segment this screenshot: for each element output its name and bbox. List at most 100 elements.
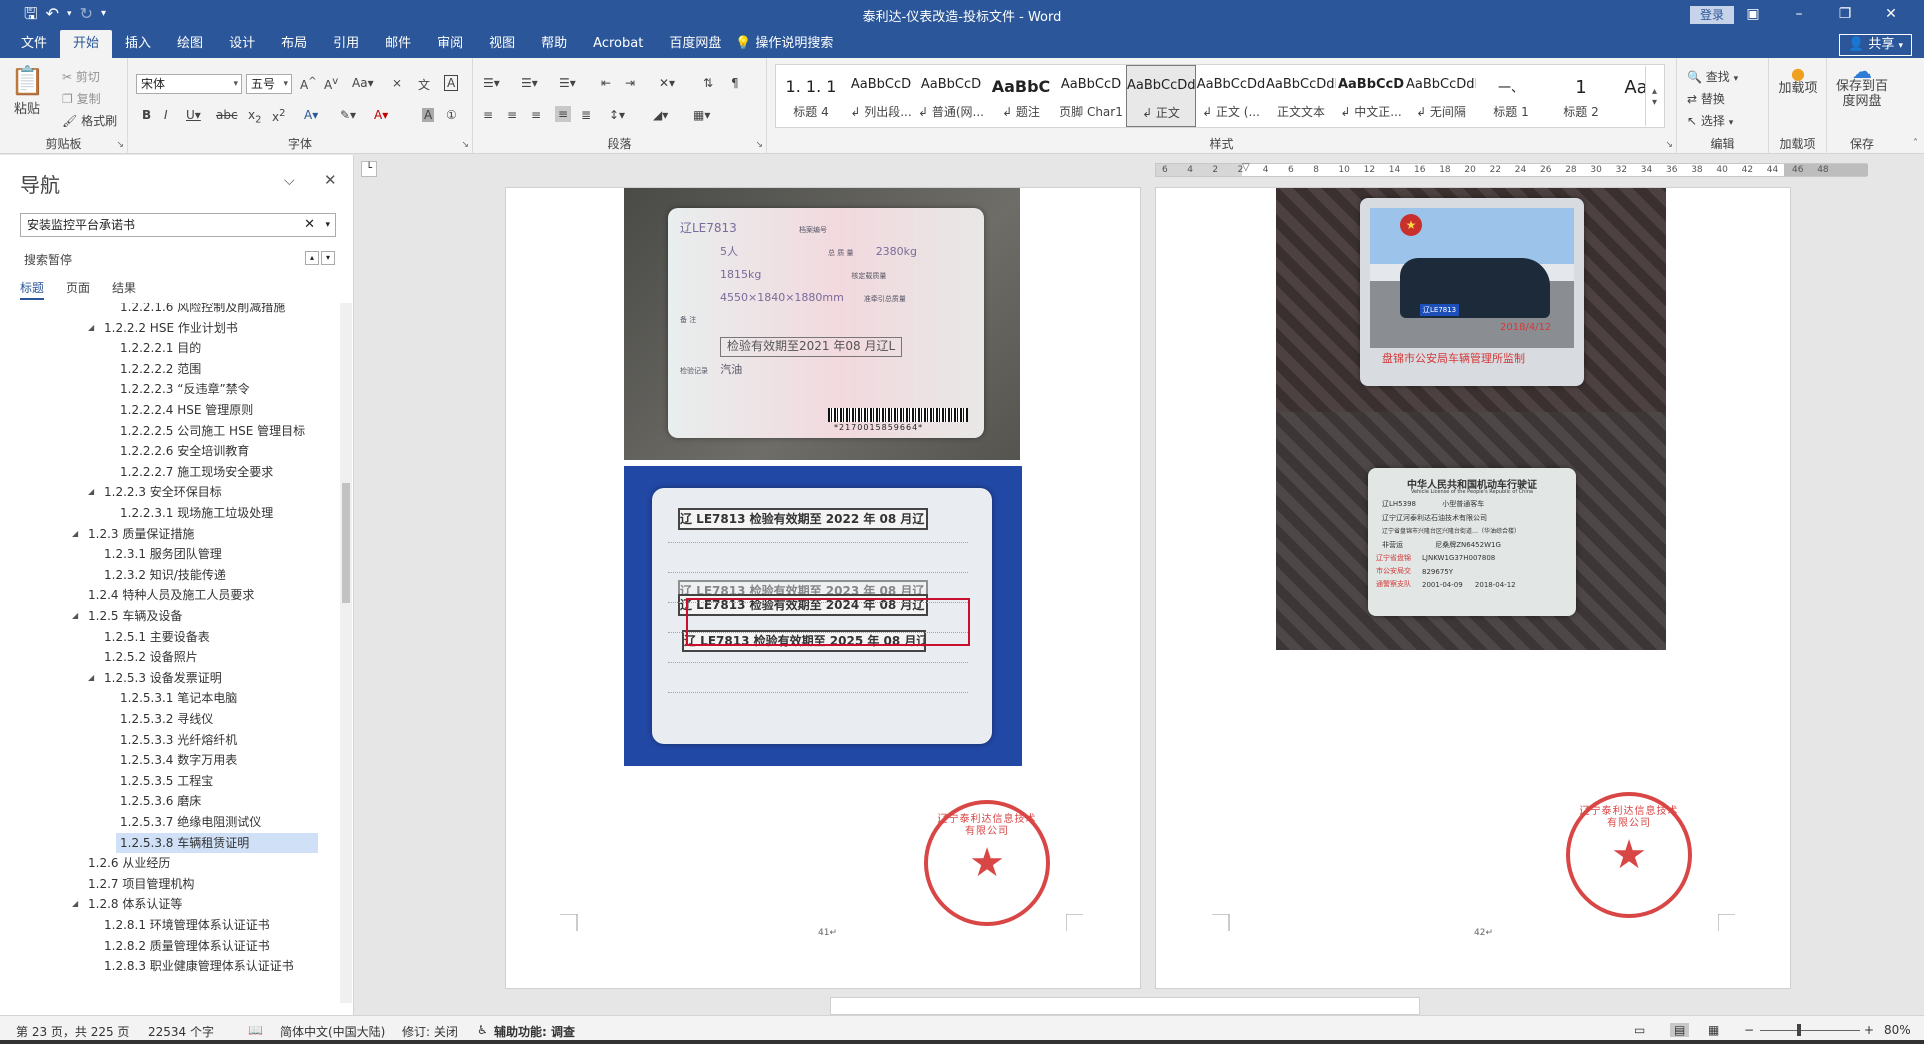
tab-9[interactable]: 视图 (476, 30, 528, 58)
nav-tab-1[interactable]: 页面 (66, 279, 90, 300)
nav-tab-0[interactable]: 标题 (20, 279, 45, 300)
ribbon-display-icon[interactable]: ▣ (1730, 3, 1776, 25)
collapse-triangle-icon[interactable]: ◢ (72, 524, 78, 544)
replace-button[interactable]: ⇄ 替换 (1687, 90, 1725, 107)
word-count[interactable]: 22534 个字 (148, 1023, 214, 1040)
text-effects-button[interactable]: A▾ (304, 108, 318, 122)
tab-12[interactable]: 百度网盘 (656, 30, 734, 58)
bullets-button[interactable]: ☰▾ (483, 76, 500, 90)
nav-search-input[interactable]: 安装监控平台承诺书 ✕ ▾ (20, 213, 336, 237)
align-right-button[interactable]: ≡ (531, 108, 541, 122)
shrink-font-button[interactable]: Av (324, 76, 338, 92)
style-item-0[interactable]: 1. 1. 1 标题 4 (776, 65, 846, 127)
dialog-launcher-icon[interactable]: ↘ (1665, 140, 1673, 150)
search-dropdown-icon[interactable]: ▾ (325, 214, 330, 236)
restore-icon[interactable]: ❐ (1822, 3, 1868, 25)
distributed-button[interactable]: ≣ (581, 108, 591, 122)
change-case-button[interactable]: Aa▾ (352, 76, 374, 90)
chinese-layout-button[interactable]: ✕▾ (659, 76, 675, 90)
zoom-level[interactable]: 80% (1884, 1023, 1911, 1037)
track-changes-status[interactable]: 修订: 关闭 (402, 1023, 458, 1040)
bold-button[interactable]: B (142, 108, 151, 122)
copy-button[interactable]: ❐ 复制 (62, 90, 101, 107)
zoom-out-icon[interactable]: − (1744, 1023, 1754, 1037)
tab-8[interactable]: 审阅 (424, 30, 476, 58)
show-marks-button[interactable]: ¶ (731, 76, 739, 90)
style-item-10[interactable]: 一、 标题 1 (1476, 65, 1546, 127)
style-item-9[interactable]: AaBbCcDdI ↲ 无间隔 (1406, 65, 1476, 127)
minimize-icon[interactable]: – (1776, 3, 1822, 25)
font-color-button[interactable]: A▾ (374, 108, 388, 122)
shading-button[interactable]: ◢▾ (653, 108, 668, 122)
language-status[interactable]: 简体中文(中国大陆) (280, 1023, 385, 1040)
collapse-triangle-icon[interactable]: ◢ (88, 318, 94, 338)
char-border-icon[interactable]: A (444, 75, 459, 91)
close-icon[interactable]: ✕ (1868, 3, 1914, 25)
enclose-char-icon[interactable]: ① (446, 108, 457, 122)
select-button[interactable]: ↖ 选择 ▾ (1687, 112, 1733, 129)
char-shading-icon[interactable]: A (422, 108, 435, 122)
tab-11[interactable]: Acrobat (580, 30, 656, 58)
style-item-11[interactable]: 1 标题 2 (1546, 65, 1616, 127)
tab-5[interactable]: 布局 (268, 30, 320, 58)
styles-more-button[interactable]: ▴ ▾ (1645, 66, 1663, 126)
line-spacing-button[interactable]: ↕▾ (609, 108, 625, 122)
highlight-button[interactable]: ✎▾ (340, 108, 356, 122)
print-layout-icon[interactable]: ▤ (1670, 1023, 1690, 1037)
accessibility-status[interactable]: 辅助功能: 调查 (494, 1023, 575, 1040)
italic-button[interactable]: I (164, 108, 168, 122)
style-item-3[interactable]: AaBbC ↲ 题注 (986, 65, 1056, 127)
style-item-2[interactable]: AaBbCcD ↲ 普通(网... (916, 65, 986, 127)
horizontal-ruler[interactable]: ▽ 6 4 2 2 4 6 8 10 12 14 16 18 20 22 24 26 28 30 32 34 36 38 4… (1155, 162, 1868, 177)
page-41[interactable]: 辽LE7813 档案编号 5人总 质 量 2380kg 1815kg 核定载质量 … (505, 187, 1141, 989)
style-item-7[interactable]: AaBbCcDdI 正文文本 (1266, 65, 1336, 127)
dialog-launcher-icon[interactable]: ↘ (755, 140, 763, 150)
align-center-button[interactable]: ≡ (507, 108, 517, 122)
strikethrough-button[interactable]: abc (216, 108, 238, 122)
subscript-button[interactable]: x2 (248, 108, 261, 125)
style-item-6[interactable]: AaBbCcDd ↲ 正文 (... (1196, 65, 1266, 127)
zoom-slider-thumb[interactable] (1797, 1024, 1801, 1036)
sort-button[interactable]: ⇅ (703, 76, 713, 90)
nav-tab-2[interactable]: 结果 (112, 279, 136, 300)
font-size-select[interactable]: 五号 ▾ (246, 74, 292, 94)
grow-font-button[interactable]: A^ (300, 76, 317, 92)
web-layout-icon[interactable]: ▦ (1708, 1023, 1719, 1037)
font-name-select[interactable]: 宋体 ▾ (136, 74, 242, 94)
phonetic-guide-icon[interactable]: 文 (418, 76, 430, 93)
clear-format-icon[interactable]: ⨯ (392, 76, 402, 90)
document-canvas[interactable]: └ ▽ 6 4 2 2 4 6 8 10 12 14 16 18 20 22 24 26 28 30 32 34 36 3… (355, 155, 1924, 1015)
format-painter-button[interactable]: 🖌 格式刷 (62, 112, 117, 129)
prev-result-icon[interactable]: ▴ (305, 251, 319, 265)
style-item-1[interactable]: AaBbCcD ↲ 列出段... (846, 65, 916, 127)
tab-10[interactable]: 帮助 (528, 30, 580, 58)
page-count[interactable]: 第 23 页，共 225 页 (16, 1023, 129, 1040)
login-button[interactable]: 登录 (1690, 6, 1734, 24)
tab-0[interactable]: 文件 (8, 30, 60, 58)
nav-close-icon[interactable]: ✕ (324, 171, 337, 189)
collapse-triangle-icon[interactable]: ◢ (88, 668, 94, 688)
zoom-slider[interactable] (1760, 1030, 1860, 1031)
tab-3[interactable]: 绘图 (164, 30, 216, 58)
align-left-button[interactable]: ≡ (483, 108, 493, 122)
tab-selector-icon[interactable]: └ (361, 161, 377, 177)
addins-button[interactable]: ● 加载项 (1775, 66, 1821, 97)
find-button[interactable]: 🔍 查找 ▾ (1687, 68, 1738, 85)
collapse-triangle-icon[interactable]: ◢ (72, 606, 78, 626)
proofing-icon[interactable]: 📖 (248, 1023, 263, 1037)
dialog-launcher-icon[interactable]: ↘ (116, 140, 124, 150)
collapse-ribbon-icon[interactable]: ˄ (1913, 138, 1918, 149)
style-item-4[interactable]: AaBbCcD 页脚 Char1 (1056, 65, 1126, 127)
justify-button[interactable]: ≡ (555, 106, 572, 122)
borders-button[interactable]: ▦▾ (693, 108, 710, 122)
tab-1[interactable]: 开始 (60, 30, 113, 58)
tab-6[interactable]: 引用 (320, 30, 372, 58)
collapse-triangle-icon[interactable]: ◢ (88, 482, 94, 502)
dialog-launcher-icon[interactable]: ↘ (461, 140, 469, 150)
save-baidu-button[interactable]: ☁ 保存到百度网盘 (1831, 61, 1893, 109)
underline-button[interactable]: U▾ (186, 108, 201, 122)
multilevel-list-button[interactable]: ☰▾ (559, 76, 576, 90)
increase-indent-button[interactable]: ⇥ (625, 76, 635, 90)
decrease-indent-button[interactable]: ⇤ (601, 76, 611, 90)
share-button[interactable]: 👤 共享 ▾ (1838, 34, 1912, 56)
